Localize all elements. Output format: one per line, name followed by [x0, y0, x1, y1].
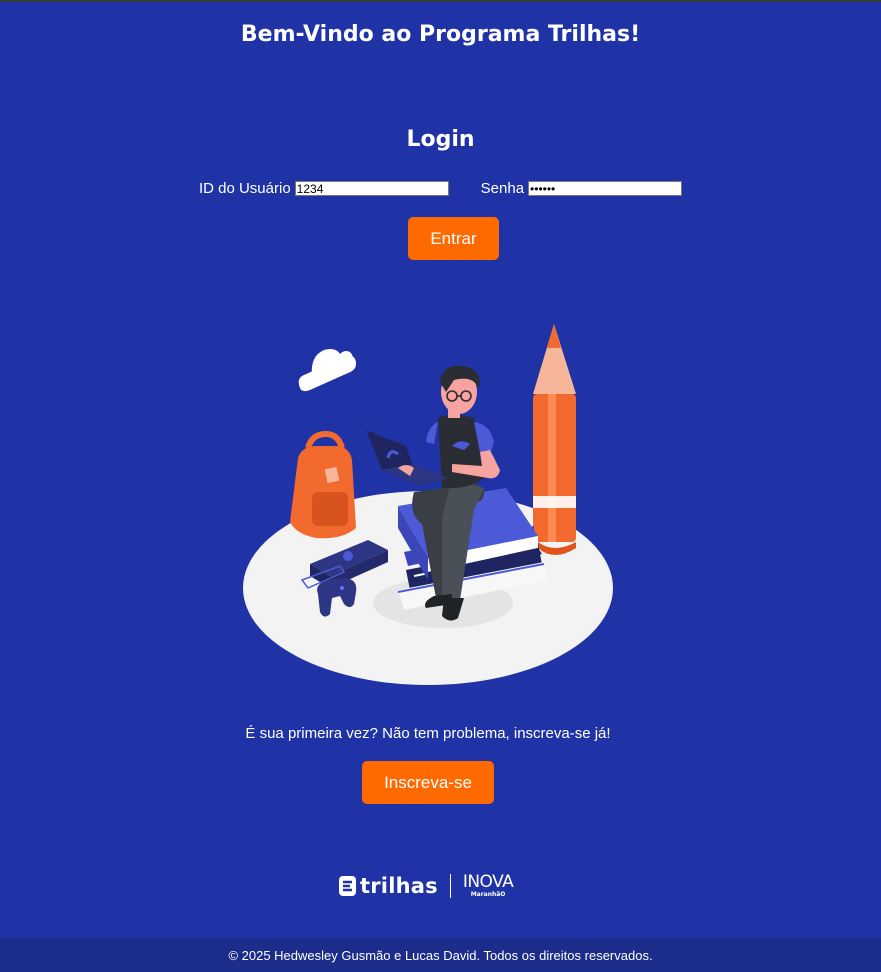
- inova-logo-text: INOVA: [462, 872, 514, 892]
- window-top-border: [0, 0, 881, 2]
- login-form: ID do Usuário Senha: [0, 180, 881, 197]
- inova-logo-subtext: MaranhãO: [470, 891, 506, 898]
- trilhas-logo-icon: [339, 876, 356, 896]
- student-with-laptop-illustration: [243, 324, 613, 685]
- login-button[interactable]: Entrar: [408, 217, 499, 260]
- user-id-input[interactable]: [294, 181, 449, 196]
- trilhas-logo: trilhas: [339, 874, 438, 898]
- password-field-group: Senha: [480, 180, 683, 197]
- page-title: Bem-Vindo ao Programa Trilhas!: [240, 22, 641, 47]
- page-footer: © 2025 Hedwesley Gusmão e Lucas David. T…: [0, 938, 881, 972]
- partner-logos: trilhas INOVA MaranhãO: [339, 872, 514, 898]
- password-label: Senha: [480, 180, 525, 197]
- user-id-label: ID do Usuário: [198, 180, 291, 197]
- trilhas-logo-text: trilhas: [360, 874, 438, 898]
- signup-button[interactable]: Inscreva-se: [362, 761, 494, 804]
- password-input[interactable]: [528, 181, 683, 196]
- logo-divider: [449, 874, 451, 898]
- user-id-field-group: ID do Usuário: [199, 180, 449, 197]
- inova-maranhao-logo: INOVA MaranhãO: [462, 872, 514, 898]
- login-title: Login: [406, 127, 475, 152]
- footer-copyright: © 2025 Hedwesley Gusmão e Lucas David. T…: [228, 947, 653, 963]
- signup-prompt: É sua primeira vez? Não tem problema, in…: [245, 725, 611, 742]
